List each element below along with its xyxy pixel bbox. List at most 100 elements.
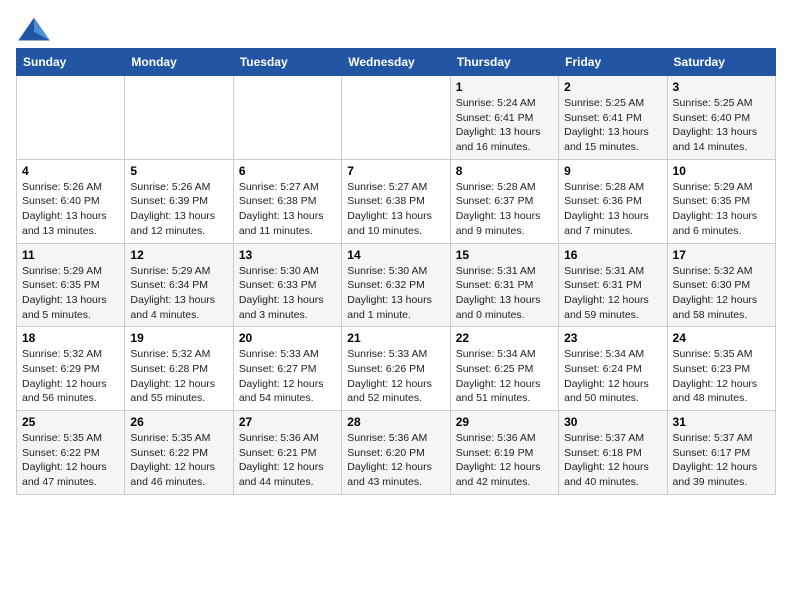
day-detail: Sunrise: 5:31 AMSunset: 6:31 PMDaylight:… <box>564 264 661 323</box>
calendar-week-row: 11Sunrise: 5:29 AMSunset: 6:35 PMDayligh… <box>17 243 776 327</box>
day-detail: Sunrise: 5:29 AMSunset: 6:35 PMDaylight:… <box>673 180 770 239</box>
day-number: 5 <box>130 164 227 178</box>
day-header-wednesday: Wednesday <box>342 49 450 76</box>
day-detail: Sunrise: 5:25 AMSunset: 6:41 PMDaylight:… <box>564 96 661 155</box>
calendar-cell: 22Sunrise: 5:34 AMSunset: 6:25 PMDayligh… <box>450 327 558 411</box>
logo-icon <box>16 16 52 44</box>
calendar-cell: 14 Sunrise: 5:30 AMSunset: 6:32 PMDayligh… <box>342 243 450 327</box>
calendar-cell <box>342 76 450 160</box>
calendar-cell: 28 Sunrise: 5:36 AMSunset: 6:20 PMDayligh… <box>342 411 450 495</box>
calendar-table: SundayMondayTuesdayWednesdayThursdayFrid… <box>16 48 776 495</box>
day-header-saturday: Saturday <box>667 49 775 76</box>
calendar-cell: 21Sunrise: 5:33 AMSunset: 6:26 PMDayligh… <box>342 327 450 411</box>
day-number: 26 <box>130 415 227 429</box>
day-detail: Sunrise: 5:33 AMSunset: 6:26 PMDaylight:… <box>347 347 444 406</box>
day-number: 29 <box>456 415 553 429</box>
day-detail: Sunrise: 5:32 AMSunset: 6:28 PMDaylight:… <box>130 347 227 406</box>
day-number: 22 <box>456 331 553 345</box>
day-detail: Sunrise: 5:37 AMSunset: 6:18 PMDaylight:… <box>564 431 661 490</box>
calendar-cell: 2 Sunrise: 5:25 AMSunset: 6:41 PMDaylight… <box>559 76 667 160</box>
calendar-cell: 19 Sunrise: 5:32 AMSunset: 6:28 PMDayligh… <box>125 327 233 411</box>
day-number: 7 <box>347 164 444 178</box>
day-detail: Sunrise: 5:36 AMSunset: 6:19 PMDaylight:… <box>456 431 553 490</box>
day-detail: Sunrise: 5:27 AMSunset: 6:38 PMDaylight:… <box>347 180 444 239</box>
calendar-cell: 11Sunrise: 5:29 AMSunset: 6:35 PMDayligh… <box>17 243 125 327</box>
day-header-monday: Monday <box>125 49 233 76</box>
day-number: 19 <box>130 331 227 345</box>
day-number: 28 <box>347 415 444 429</box>
calendar-cell: 13 Sunrise: 5:30 AMSunset: 6:33 PMDayligh… <box>233 243 341 327</box>
day-detail: Sunrise: 5:29 AMSunset: 6:35 PMDaylight:… <box>22 264 119 323</box>
calendar-header-row: SundayMondayTuesdayWednesdayThursdayFrid… <box>17 49 776 76</box>
day-detail: Sunrise: 5:35 AMSunset: 6:23 PMDaylight:… <box>673 347 770 406</box>
day-number: 6 <box>239 164 336 178</box>
day-number: 3 <box>673 80 770 94</box>
day-detail: Sunrise: 5:31 AMSunset: 6:31 PMDaylight:… <box>456 264 553 323</box>
calendar-cell: 29 Sunrise: 5:36 AMSunset: 6:19 PMDayligh… <box>450 411 558 495</box>
day-number: 18 <box>22 331 119 345</box>
calendar-week-row: 25 Sunrise: 5:35 AMSunset: 6:22 PMDayligh… <box>17 411 776 495</box>
calendar-cell: 24 Sunrise: 5:35 AMSunset: 6:23 PMDayligh… <box>667 327 775 411</box>
day-number: 4 <box>22 164 119 178</box>
calendar-cell: 23 Sunrise: 5:34 AMSunset: 6:24 PMDayligh… <box>559 327 667 411</box>
day-number: 17 <box>673 248 770 262</box>
calendar-cell: 26 Sunrise: 5:35 AMSunset: 6:22 PMDayligh… <box>125 411 233 495</box>
day-detail: Sunrise: 5:30 AMSunset: 6:33 PMDaylight:… <box>239 264 336 323</box>
calendar-cell: 4 Sunrise: 5:26 AMSunset: 6:40 PMDaylight… <box>17 159 125 243</box>
calendar-cell: 25 Sunrise: 5:35 AMSunset: 6:22 PMDayligh… <box>17 411 125 495</box>
day-detail: Sunrise: 5:34 AMSunset: 6:24 PMDaylight:… <box>564 347 661 406</box>
day-detail: Sunrise: 5:32 AMSunset: 6:30 PMDaylight:… <box>673 264 770 323</box>
calendar-cell: 6Sunrise: 5:27 AMSunset: 6:38 PMDaylight… <box>233 159 341 243</box>
day-header-tuesday: Tuesday <box>233 49 341 76</box>
calendar-cell: 9 Sunrise: 5:28 AMSunset: 6:36 PMDaylight… <box>559 159 667 243</box>
day-number: 20 <box>239 331 336 345</box>
day-number: 9 <box>564 164 661 178</box>
calendar-cell: 30 Sunrise: 5:37 AMSunset: 6:18 PMDayligh… <box>559 411 667 495</box>
calendar-cell: 8Sunrise: 5:28 AMSunset: 6:37 PMDaylight… <box>450 159 558 243</box>
day-number: 30 <box>564 415 661 429</box>
day-number: 24 <box>673 331 770 345</box>
day-detail: Sunrise: 5:26 AMSunset: 6:39 PMDaylight:… <box>130 180 227 239</box>
day-detail: Sunrise: 5:25 AMSunset: 6:40 PMDaylight:… <box>673 96 770 155</box>
calendar-cell: 18 Sunrise: 5:32 AMSunset: 6:29 PMDayligh… <box>17 327 125 411</box>
day-number: 13 <box>239 248 336 262</box>
day-header-thursday: Thursday <box>450 49 558 76</box>
day-number: 27 <box>239 415 336 429</box>
calendar-cell: 10 Sunrise: 5:29 AMSunset: 6:35 PMDayligh… <box>667 159 775 243</box>
calendar-cell: 16 Sunrise: 5:31 AMSunset: 6:31 PMDayligh… <box>559 243 667 327</box>
day-number: 16 <box>564 248 661 262</box>
day-detail: Sunrise: 5:35 AMSunset: 6:22 PMDaylight:… <box>22 431 119 490</box>
calendar-cell: 5 Sunrise: 5:26 AMSunset: 6:39 PMDaylight… <box>125 159 233 243</box>
calendar-cell: 1Sunrise: 5:24 AMSunset: 6:41 PMDaylight… <box>450 76 558 160</box>
day-detail: Sunrise: 5:28 AMSunset: 6:37 PMDaylight:… <box>456 180 553 239</box>
day-detail: Sunrise: 5:37 AMSunset: 6:17 PMDaylight:… <box>673 431 770 490</box>
day-detail: Sunrise: 5:36 AMSunset: 6:20 PMDaylight:… <box>347 431 444 490</box>
calendar-cell: 7 Sunrise: 5:27 AMSunset: 6:38 PMDaylight… <box>342 159 450 243</box>
day-detail: Sunrise: 5:32 AMSunset: 6:29 PMDaylight:… <box>22 347 119 406</box>
day-number: 12 <box>130 248 227 262</box>
day-detail: Sunrise: 5:33 AMSunset: 6:27 PMDaylight:… <box>239 347 336 406</box>
day-detail: Sunrise: 5:26 AMSunset: 6:40 PMDaylight:… <box>22 180 119 239</box>
day-detail: Sunrise: 5:30 AMSunset: 6:32 PMDaylight:… <box>347 264 444 323</box>
calendar-cell: 3 Sunrise: 5:25 AMSunset: 6:40 PMDaylight… <box>667 76 775 160</box>
calendar-cell: 17 Sunrise: 5:32 AMSunset: 6:30 PMDayligh… <box>667 243 775 327</box>
day-detail: Sunrise: 5:28 AMSunset: 6:36 PMDaylight:… <box>564 180 661 239</box>
calendar-cell <box>125 76 233 160</box>
calendar-cell: 31 Sunrise: 5:37 AMSunset: 6:17 PMDayligh… <box>667 411 775 495</box>
day-number: 14 <box>347 248 444 262</box>
day-number: 10 <box>673 164 770 178</box>
day-detail: Sunrise: 5:35 AMSunset: 6:22 PMDaylight:… <box>130 431 227 490</box>
day-number: 23 <box>564 331 661 345</box>
day-number: 1 <box>456 80 553 94</box>
day-number: 25 <box>22 415 119 429</box>
day-number: 31 <box>673 415 770 429</box>
day-detail: Sunrise: 5:29 AMSunset: 6:34 PMDaylight:… <box>130 264 227 323</box>
calendar-cell <box>233 76 341 160</box>
day-number: 15 <box>456 248 553 262</box>
day-header-sunday: Sunday <box>17 49 125 76</box>
calendar-cell <box>17 76 125 160</box>
day-number: 2 <box>564 80 661 94</box>
day-header-friday: Friday <box>559 49 667 76</box>
calendar-week-row: 18 Sunrise: 5:32 AMSunset: 6:29 PMDayligh… <box>17 327 776 411</box>
calendar-week-row: 4 Sunrise: 5:26 AMSunset: 6:40 PMDaylight… <box>17 159 776 243</box>
